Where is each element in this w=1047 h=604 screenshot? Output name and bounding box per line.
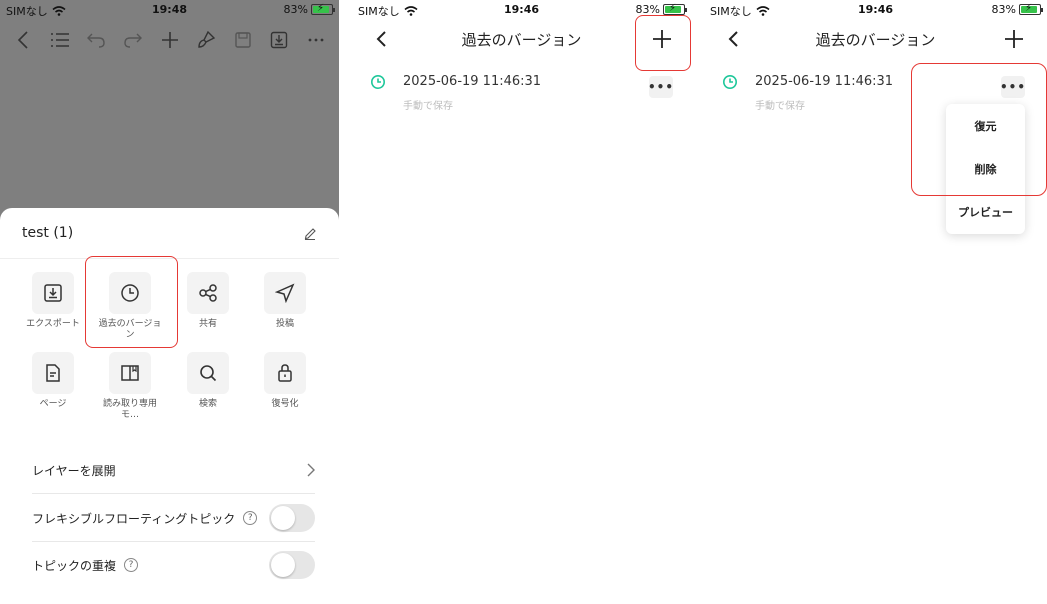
grid-item-label: 読み取り専用モ… xyxy=(102,399,157,420)
clock-icon xyxy=(371,75,385,89)
panel-document-menu: SIMなし 19:48 83% ⚡ test (1) エクスポート 過去のバージ… xyxy=(0,0,339,604)
page-icon xyxy=(32,352,74,394)
list-icon xyxy=(50,33,69,47)
version-more-button[interactable]: ••• xyxy=(648,76,673,98)
save-button[interactable] xyxy=(230,27,256,53)
editor-toolbar xyxy=(10,26,329,54)
book-icon xyxy=(109,352,151,394)
panel-version-list: SIMなし 19:46 83% ⚡ 過去のバージョン 2025-06-19 11… xyxy=(352,0,691,604)
battery-percent: 83% xyxy=(283,3,308,16)
grid-item-label: ページ xyxy=(39,399,67,409)
battery-status: 83% ⚡ xyxy=(283,3,335,16)
panel-version-menu: SIMなし 19:46 83% ⚡ 過去のバージョン 2025-06-19 11… xyxy=(704,0,1047,604)
battery-charging-icon: ⚡ xyxy=(663,3,687,15)
save-icon xyxy=(235,32,251,48)
grid-item-label: 共有 xyxy=(198,319,217,329)
version-timestamp: 2025-06-19 11:46:31 xyxy=(755,74,894,89)
row-label: フレキシブルフローティングトピック xyxy=(32,511,236,526)
more-button[interactable] xyxy=(303,27,329,53)
format-button[interactable] xyxy=(193,27,219,53)
search-icon xyxy=(187,352,229,394)
battery-status: 83% ⚡ xyxy=(991,3,1043,16)
share-icon xyxy=(187,272,229,314)
toggle-duplicate-topic[interactable] xyxy=(269,551,315,579)
nav-bar: 過去のバージョン xyxy=(704,22,1047,56)
download-box-icon xyxy=(271,31,288,49)
toggle-flexible-floating[interactable] xyxy=(269,504,315,532)
action-sheet: test (1) エクスポート 過去のバージョン 共有 投稿 ページ 読み取り専… xyxy=(0,208,339,604)
send-icon xyxy=(264,272,306,314)
battery-percent: 83% xyxy=(991,3,1016,16)
grid-item-label: 検索 xyxy=(198,399,217,409)
lock-icon xyxy=(264,352,306,394)
grid-item-label: 復号化 xyxy=(271,399,299,409)
redo-button[interactable] xyxy=(120,27,146,53)
clock-icon xyxy=(723,75,737,89)
grid-item-share[interactable]: 共有 xyxy=(175,272,241,330)
highlight-box xyxy=(911,63,1047,196)
row-label-group: フレキシブルフローティングトピック ? xyxy=(32,510,258,527)
undo-icon xyxy=(87,33,105,48)
undo-button[interactable] xyxy=(83,27,109,53)
help-icon[interactable]: ? xyxy=(243,511,258,525)
grid-item-readonly[interactable]: 読み取り専用モ… xyxy=(97,352,163,421)
row-duplicate-topic: トピックの重複 ? xyxy=(32,542,315,588)
grid-item-page[interactable]: ページ xyxy=(20,352,86,410)
status-bar: SIMなし 19:46 83% ⚡ xyxy=(704,0,1047,20)
add-version-button[interactable] xyxy=(1001,26,1027,52)
export-icon xyxy=(32,272,74,314)
battery-charging-icon: ⚡ xyxy=(1019,3,1043,15)
divider xyxy=(32,493,315,494)
version-item[interactable]: 2025-06-19 11:46:31 手動で保存 ••• xyxy=(370,72,675,116)
outline-button[interactable] xyxy=(47,27,73,53)
export-toolbar-button[interactable] xyxy=(266,27,292,53)
pencil-icon xyxy=(304,228,316,240)
add-button[interactable] xyxy=(157,27,183,53)
version-timestamp: 2025-06-19 11:46:31 xyxy=(403,74,542,89)
menu-item-preview[interactable]: プレビュー xyxy=(946,190,1025,233)
grid-item-search[interactable]: 検索 xyxy=(175,352,241,410)
highlight-box xyxy=(85,256,178,348)
row-label-group: トピックの重複 ? xyxy=(32,557,139,574)
version-note: 手動で保存 xyxy=(755,101,805,112)
grid-item-export[interactable]: エクスポート xyxy=(20,272,86,330)
redo-icon xyxy=(124,33,142,48)
more-horizontal-icon xyxy=(308,38,324,42)
plus-icon xyxy=(161,32,178,48)
rename-button[interactable] xyxy=(303,225,319,241)
status-bar: SIMなし 19:48 83% ⚡ xyxy=(0,0,339,20)
chevron-left-icon xyxy=(17,31,28,49)
back-button[interactable] xyxy=(10,27,36,53)
page-title: 過去のバージョン xyxy=(815,31,936,49)
version-note: 手動で保存 xyxy=(403,101,453,112)
grid-item-decrypt[interactable]: 復号化 xyxy=(252,352,318,410)
row-flexible-floating: フレキシブルフローティングトピック ? xyxy=(32,495,315,541)
row-label: トピックの重複 xyxy=(32,558,117,573)
brush-icon xyxy=(198,31,216,48)
row-expand-layers[interactable]: レイヤーを展開 xyxy=(32,447,315,493)
help-icon[interactable]: ? xyxy=(124,558,139,572)
grid-item-label: エクスポート xyxy=(26,319,80,329)
grid-item-post[interactable]: 投稿 xyxy=(252,272,318,330)
row-label: レイヤーを展開 xyxy=(32,463,116,478)
battery-charging-icon: ⚡ xyxy=(311,3,335,15)
chevron-right-icon xyxy=(307,463,315,477)
plus-icon xyxy=(1005,30,1023,48)
sheet-title: test (1) xyxy=(22,225,74,241)
grid-item-label: 投稿 xyxy=(275,319,294,329)
highlight-box xyxy=(635,15,691,71)
